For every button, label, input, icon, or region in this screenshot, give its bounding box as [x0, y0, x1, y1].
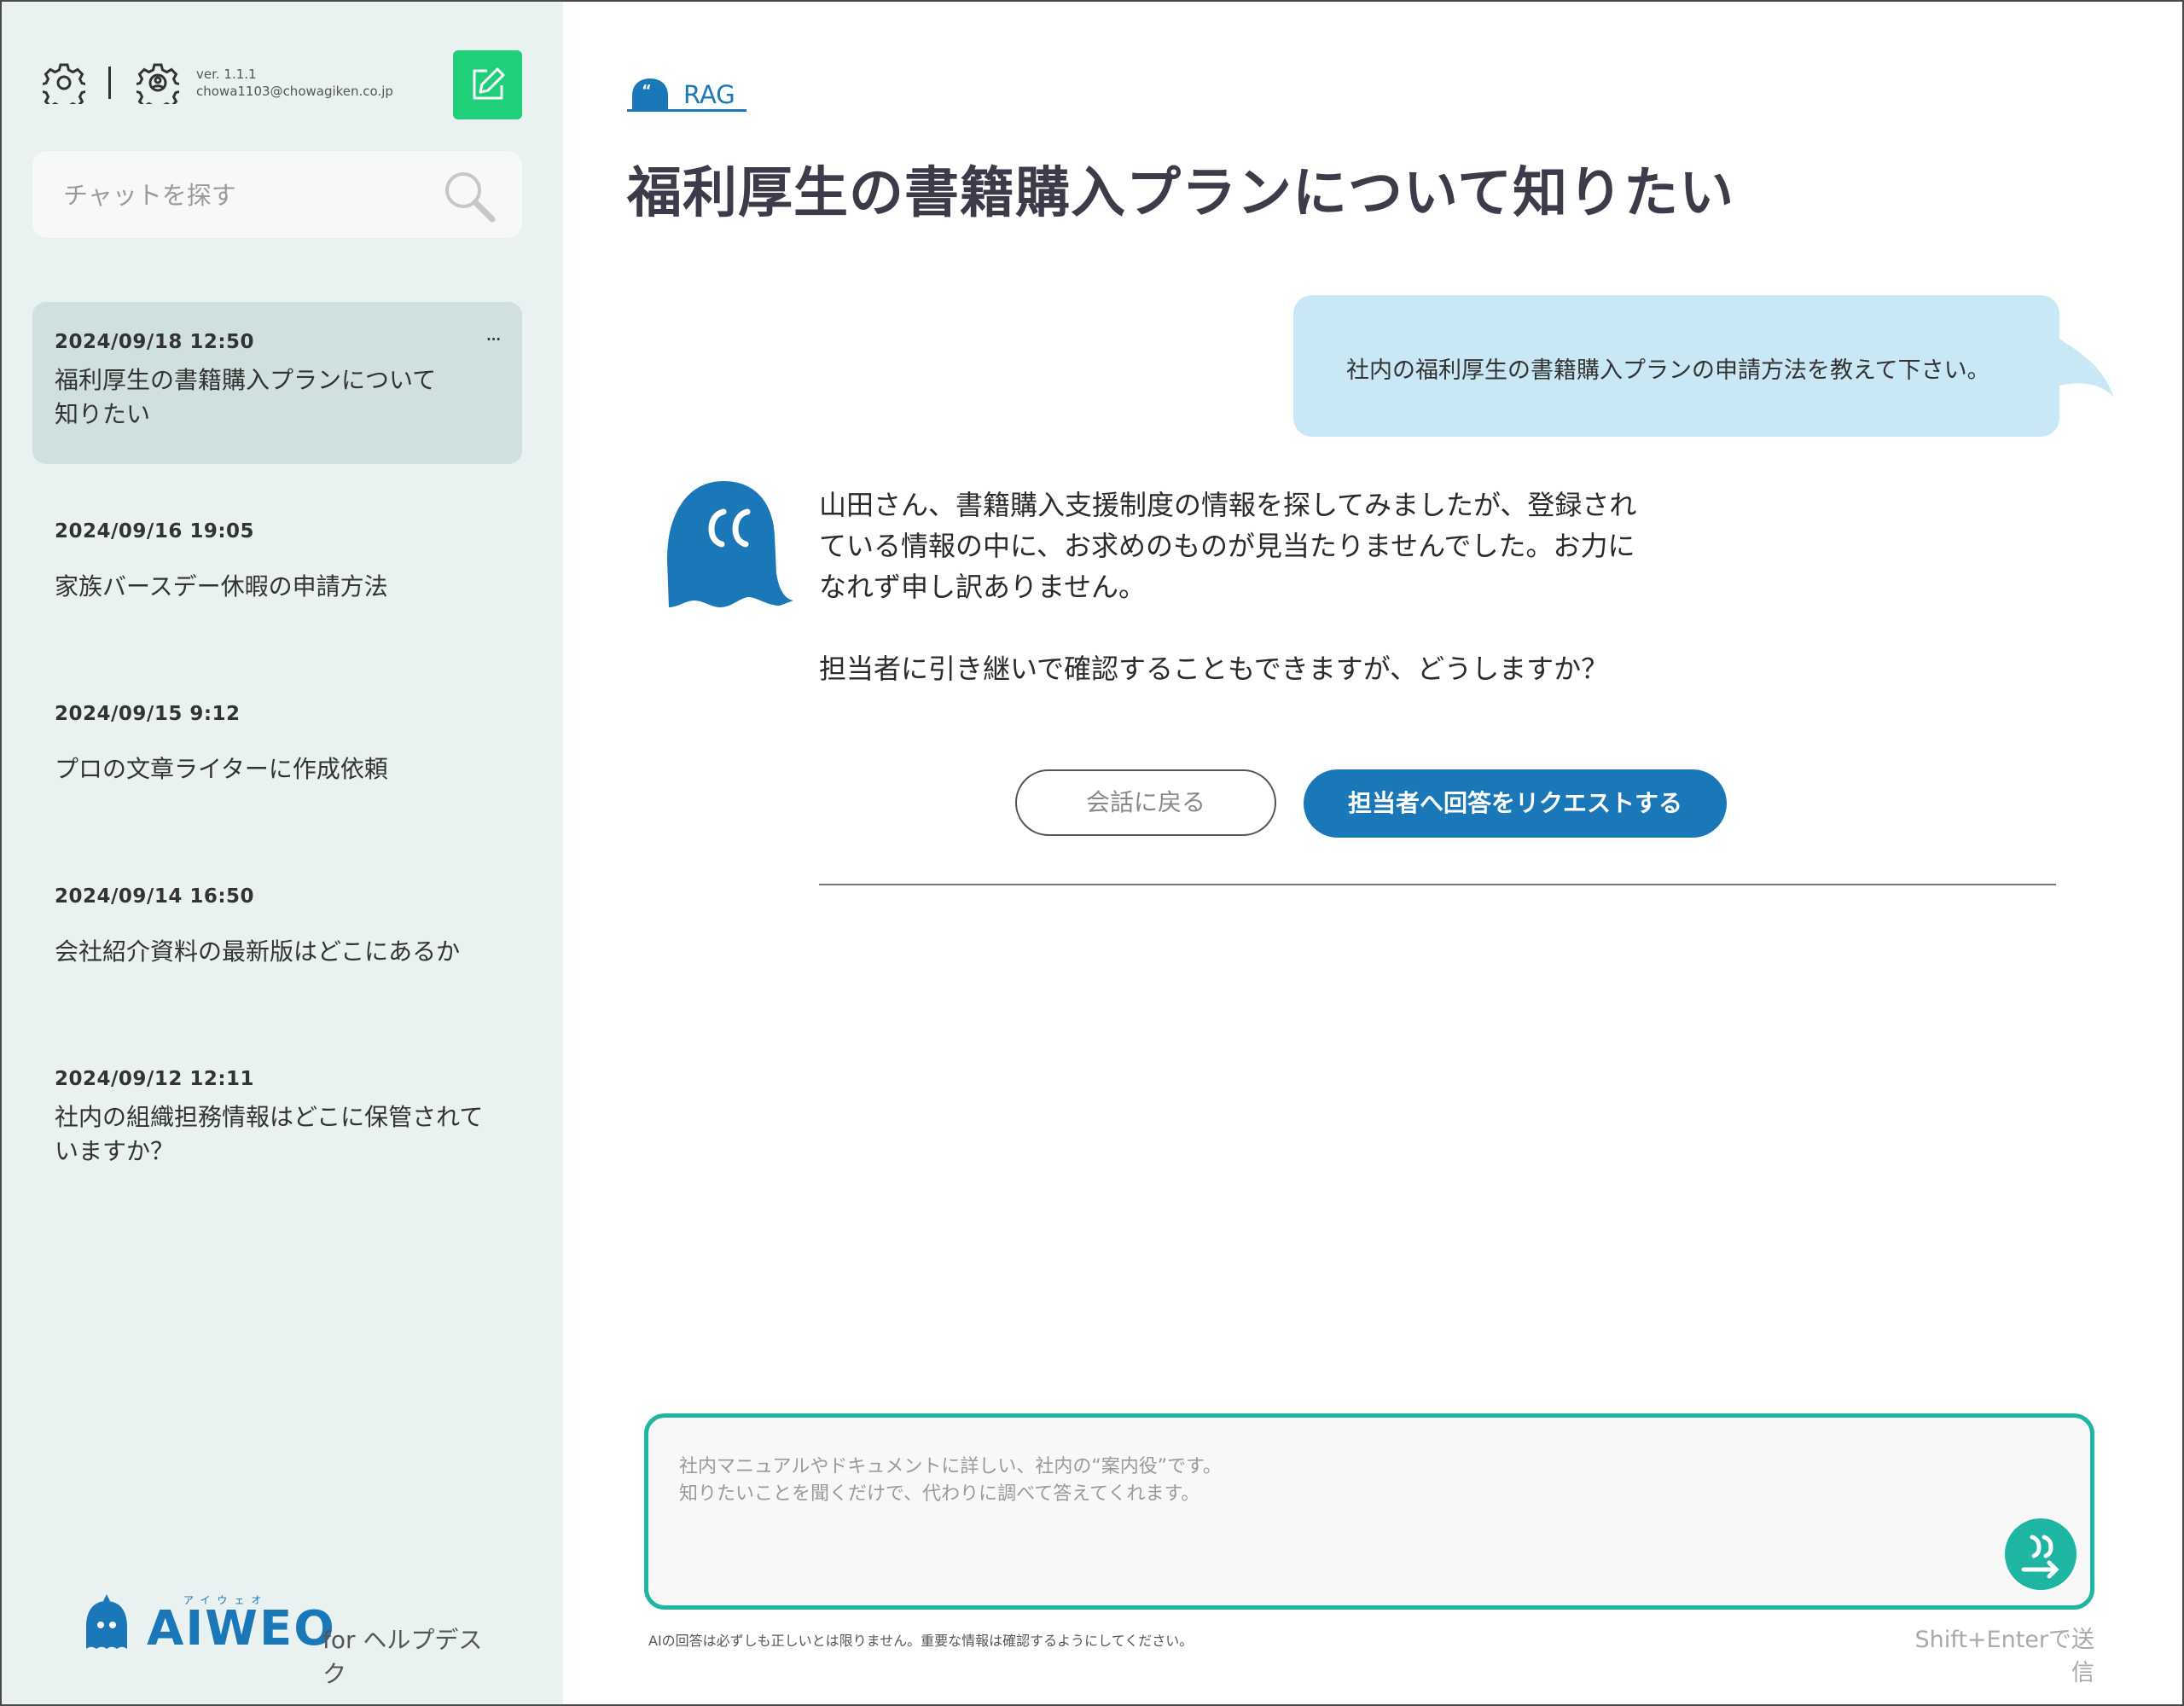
request-staff-answer-button[interactable]: 担当者へ回答をリクエストする [1304, 769, 1727, 838]
rag-tag[interactable]: “ RAG [627, 75, 746, 113]
send-hint: Shift+Enterで送信 [1914, 1627, 2094, 1686]
send-icon [2021, 1535, 2059, 1579]
mascot-icon: “ [632, 78, 668, 109]
search-input[interactable] [61, 175, 440, 216]
history-item[interactable]: 2024/09/15 9:12 プロの文章ライターに作成依頼 [32, 688, 522, 807]
history-title: 家族バースデー休暇の申請方法 [55, 572, 388, 601]
brand-suffix: for ヘルプデスク [322, 1626, 483, 1688]
version-label: ver. 1.1.1 [196, 67, 257, 82]
chat-search [32, 151, 522, 238]
history-item[interactable]: 2024/09/18 12:50 ··· 福利厚生の書籍購入プランについて知りた… [32, 302, 522, 464]
history-title: 社内の組織担務情報はどこに保管されていますか？ [55, 1103, 484, 1165]
settings-gear-icon[interactable] [43, 61, 85, 104]
history-date: 2024/09/12 12:11 [55, 1068, 255, 1090]
divider [819, 884, 2056, 885]
history-date: 2024/09/18 12:50 [55, 331, 255, 353]
user-message-bubble: 社内の福利厚生の書籍購入プランの申請方法を教えて下さい。 [1293, 295, 2059, 437]
brand-name: AIWEO [147, 1601, 336, 1657]
composer-placeholder: 社内マニュアルやドキュメントに詳しい、社内の“案内役”です。 知りたいことを聞く… [679, 1456, 1222, 1505]
sidebar: ver. 1.1.1 chowa1103@chowagiken.co.jp 20… [2, 2, 563, 1704]
message-composer[interactable]: 社内マニュアルやドキュメントに詳しい、社内の“案内役”です。 知りたいことを聞く… [644, 1413, 2094, 1610]
user-email: chowa1103@chowagiken.co.jp [196, 84, 393, 99]
more-options-icon[interactable]: ··· [485, 328, 502, 351]
user-message: 社内の福利厚生の書籍購入プランの申請方法を教えて下さい。 [1346, 357, 1990, 384]
history-date: 2024/09/14 16:50 [55, 885, 255, 908]
send-button[interactable] [2005, 1518, 2077, 1590]
brand-logo: アイウェオ AIWEO for ヘルプデスク [78, 1593, 488, 1688]
history-title: 会社紹介資料の最新版はどこにあるか [55, 937, 461, 966]
bubble-tail [2048, 329, 2114, 397]
ai-disclaimer: AIの回答は必ずしも正しいとは限りません。重要な情報は確認するようにしてください… [648, 1633, 1194, 1649]
edit-icon [473, 67, 505, 100]
history-item[interactable]: 2024/09/12 12:11 社内の組織担務情報はどこに保管されていますか？ [32, 1053, 522, 1189]
mascot-logo-icon [86, 1594, 127, 1649]
rag-underline [627, 109, 746, 112]
bot-avatar-icon [667, 481, 793, 607]
history-date: 2024/09/15 9:12 [55, 703, 241, 725]
page-title: 福利厚生の書籍購入プランについて知りたい [627, 162, 1735, 225]
history-item[interactable]: 2024/09/14 16:50 会社紹介資料の最新版はどこにあるか [32, 870, 522, 989]
history-title: 福利厚生の書籍購入プランについて知りたい [55, 366, 437, 428]
history-item[interactable]: 2024/09/16 19:05 家族バースデー休暇の申請方法 [32, 505, 522, 624]
separator [108, 67, 111, 99]
bot-message-paragraph: 担当者に引き継いで確認することもできますが、どうしますか？ [819, 653, 1609, 685]
back-to-conversation-button[interactable]: 会話に戻る [1015, 769, 1276, 836]
bot-message-paragraph: 山田さん、書籍購入支援制度の情報を探してみましたが、登録されている情報の中に、お… [819, 489, 1637, 603]
rag-label: RAG [683, 80, 735, 109]
history-date: 2024/09/16 19:05 [55, 520, 255, 543]
svg-text:“: “ [642, 82, 652, 100]
new-chat-button[interactable] [453, 50, 522, 119]
bot-message: 山田さん、書籍購入支援制度の情報を探してみましたが、登録されている情報の中に、お… [819, 485, 1655, 689]
search-icon[interactable] [439, 166, 499, 226]
account-settings-icon[interactable] [136, 61, 179, 104]
history-title: プロの文章ライターに作成依頼 [55, 755, 388, 783]
